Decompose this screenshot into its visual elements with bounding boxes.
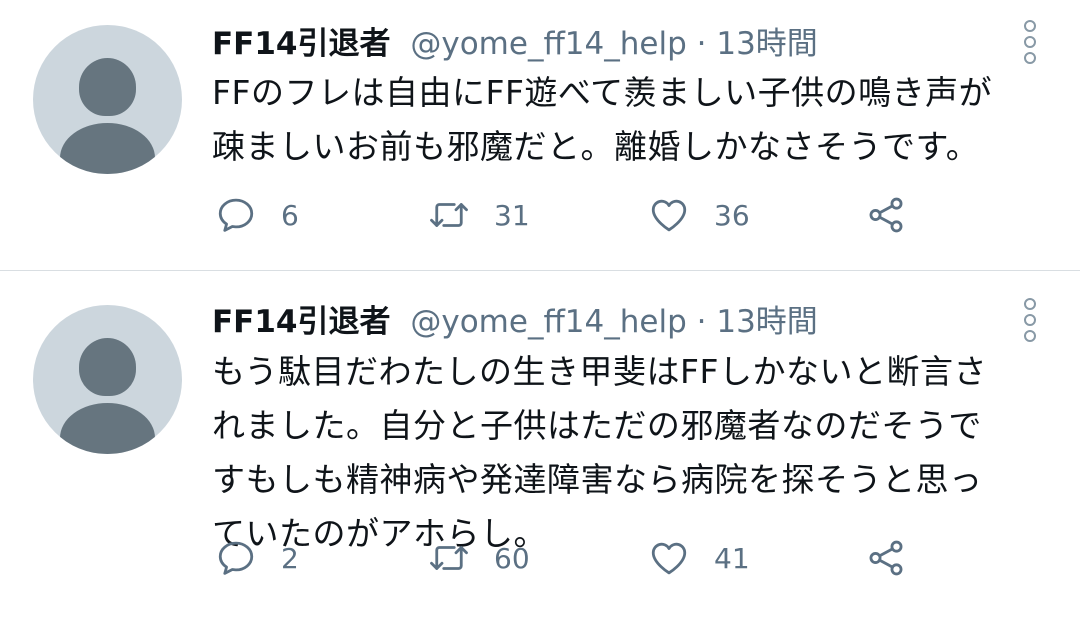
share-button[interactable] xyxy=(865,193,907,237)
more-vertical-icon[interactable] xyxy=(1024,20,1038,64)
avatar-head-shape xyxy=(79,338,136,396)
retweet-button[interactable]: 31 xyxy=(428,193,530,237)
retweet-icon xyxy=(430,546,468,570)
timestamp[interactable]: 13時間 xyxy=(716,26,817,62)
tweet-text: もう駄目だわたしの生き甲斐はFFしかないと断言さ れました。自分と子供はただの邪… xyxy=(212,352,987,553)
author-handle[interactable]: @yome_ff14_help xyxy=(410,26,686,62)
reply-icon xyxy=(218,198,254,232)
like-button[interactable]: 41 xyxy=(648,536,750,580)
avatar-head-shape xyxy=(79,58,136,116)
separator-dot: · xyxy=(696,304,707,340)
heart-icon xyxy=(651,199,687,232)
separator-dot: · xyxy=(696,26,707,62)
like-count: 36 xyxy=(714,198,750,232)
action-bar: 2 60 41 xyxy=(212,536,932,580)
avatar[interactable] xyxy=(33,25,182,174)
retweet-count: 60 xyxy=(494,541,530,575)
timestamp[interactable]: 13時間 xyxy=(716,304,817,340)
avatar-body-shape xyxy=(60,123,155,174)
heart-icon xyxy=(651,542,687,575)
action-bar: 6 31 36 xyxy=(212,193,932,237)
tweet[interactable]: FF14引退者 @yome_ff14_help · 13時間 FFのフレは自由に… xyxy=(0,0,1080,271)
tweet[interactable]: FF14引退者 @yome_ff14_help · 13時間 もう駄目だわたしの… xyxy=(0,271,1080,642)
like-button[interactable]: 36 xyxy=(648,193,750,237)
retweet-button[interactable]: 60 xyxy=(428,536,530,580)
reply-button[interactable]: 2 xyxy=(215,536,299,580)
author-handle[interactable]: @yome_ff14_help xyxy=(410,304,686,340)
author-name[interactable]: FF14引退者 xyxy=(212,26,391,62)
more-vertical-icon[interactable] xyxy=(1024,298,1038,342)
avatar[interactable] xyxy=(33,305,182,454)
reply-icon xyxy=(218,541,254,575)
reply-count: 6 xyxy=(281,198,299,232)
avatar-body-shape xyxy=(60,403,155,454)
tweet-header: FF14引退者 @yome_ff14_help · 13時間 xyxy=(212,300,818,344)
reply-button[interactable]: 6 xyxy=(215,193,299,237)
tweet-header: FF14引退者 @yome_ff14_help · 13時間 xyxy=(212,22,818,66)
share-icon xyxy=(869,540,903,576)
author-name[interactable]: FF14引退者 xyxy=(212,304,391,340)
tweet-text: FFのフレは自由にFF遊べて羨ましい子供の鳴き声が 疎ましいお前も邪魔だと。離婚… xyxy=(212,73,993,166)
like-count: 41 xyxy=(714,541,750,575)
retweet-icon xyxy=(430,203,468,227)
reply-count: 2 xyxy=(281,541,299,575)
share-button[interactable] xyxy=(865,536,907,580)
share-icon xyxy=(869,197,903,233)
retweet-count: 31 xyxy=(494,198,530,232)
